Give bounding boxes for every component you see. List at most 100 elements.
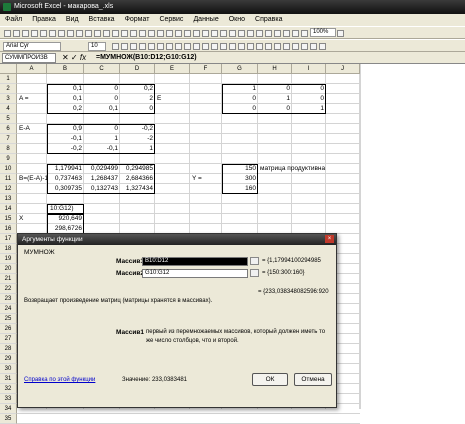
cell-a3[interactable]: A = (17, 94, 47, 104)
toolbar-button[interactable] (31, 30, 38, 37)
column-header-i[interactable]: I (292, 64, 326, 74)
toolbar-button[interactable] (139, 43, 146, 50)
menu-item[interactable]: Данные (188, 14, 223, 26)
row-header[interactable]: 28 (0, 344, 17, 354)
toolbar-button[interactable] (229, 30, 236, 37)
toolbar-button[interactable] (256, 30, 263, 37)
toolbar-button[interactable] (265, 43, 272, 50)
toolbar-button[interactable] (157, 43, 164, 50)
toolbar-button[interactable] (229, 43, 236, 50)
toolbar-button[interactable] (112, 30, 119, 37)
toolbar-button[interactable] (85, 30, 92, 37)
row-header[interactable]: 9 (0, 154, 17, 164)
toolbar-button[interactable] (283, 30, 290, 37)
ok-button[interactable]: ОК (252, 373, 288, 386)
toolbar-button[interactable] (274, 30, 281, 37)
toolbar-button[interactable] (121, 43, 128, 50)
row-header[interactable]: 25 (0, 314, 17, 324)
toolbar-button[interactable] (265, 30, 272, 37)
toolbar-button[interactable] (13, 30, 20, 37)
toolbar-button[interactable] (202, 43, 209, 50)
cell-a11[interactable]: B=(E-A)-1 (17, 174, 48, 184)
column-header-b[interactable]: B (47, 64, 84, 74)
toolbar-button[interactable] (256, 43, 263, 50)
row-header[interactable]: 29 (0, 354, 17, 364)
row-header[interactable]: 20 (0, 264, 17, 274)
row-header[interactable]: 11 (0, 174, 17, 184)
row-header[interactable]: 6 (0, 124, 17, 134)
row-header[interactable]: 35 (0, 414, 17, 424)
menu-item[interactable]: Правка (27, 14, 61, 26)
row-header[interactable]: 30 (0, 364, 17, 374)
toolbar-button[interactable] (130, 43, 137, 50)
row-header[interactable]: 3 (0, 94, 17, 104)
menu-item[interactable]: Сервис (154, 14, 188, 26)
toolbar-button[interactable] (274, 43, 281, 50)
toolbar-button[interactable] (130, 30, 137, 37)
toolbar-button[interactable] (292, 43, 299, 50)
row-header[interactable]: 24 (0, 304, 17, 314)
toolbar-button[interactable] (238, 30, 245, 37)
toolbar-button[interactable] (283, 43, 290, 50)
toolbar-button[interactable] (112, 43, 119, 50)
column-header-e[interactable]: E (155, 64, 190, 74)
toolbar-button[interactable] (220, 43, 227, 50)
row-header[interactable]: 12 (0, 184, 17, 194)
row-header[interactable]: 18 (0, 244, 17, 254)
toolbar-button[interactable] (220, 30, 227, 37)
toolbar-button[interactable] (166, 30, 173, 37)
collapse-dialog-icon[interactable] (250, 269, 259, 277)
toolbar-button[interactable] (148, 43, 155, 50)
toolbar-button[interactable] (121, 30, 128, 37)
row-header[interactable]: 16 (0, 224, 17, 234)
font-size-box[interactable]: 10 (88, 42, 106, 51)
row-header[interactable]: 7 (0, 134, 17, 144)
row-header[interactable]: 1 (0, 74, 17, 84)
row-header[interactable]: 33 (0, 394, 17, 404)
row-header[interactable]: 26 (0, 324, 17, 334)
cell-b14[interactable]: 10:G12) (47, 204, 84, 214)
zoom-box[interactable]: 100% (310, 28, 336, 37)
formula-input[interactable]: =МУМНОЖ(B10:D12;G10:G12) (96, 53, 197, 63)
row-header[interactable]: 17 (0, 234, 17, 244)
menu-item[interactable]: Формат (120, 14, 155, 26)
toolbar-button[interactable] (301, 43, 308, 50)
column-header-a[interactable]: A (17, 64, 47, 74)
cancel-button[interactable]: Отмена (294, 373, 332, 386)
row-header[interactable]: 2 (0, 84, 17, 94)
column-header-c[interactable]: C (84, 64, 120, 74)
toolbar-button[interactable] (76, 30, 83, 37)
toolbar-button[interactable] (157, 30, 164, 37)
cell-a6[interactable]: E-A (17, 124, 47, 134)
collapse-dialog-icon[interactable] (250, 257, 259, 265)
arg1-input[interactable]: B10:D12 (142, 257, 248, 266)
toolbar-button[interactable] (319, 43, 326, 50)
column-header-h[interactable]: H (258, 64, 292, 74)
column-header-d[interactable]: D (120, 64, 155, 74)
toolbar-button[interactable] (238, 43, 245, 50)
toolbar-button[interactable] (247, 43, 254, 50)
column-header-f[interactable]: F (190, 64, 222, 74)
row-header[interactable]: 22 (0, 284, 17, 294)
help-link[interactable]: Справка по этой функции (24, 376, 95, 385)
toolbar-button[interactable] (211, 30, 218, 37)
row-header[interactable]: 4 (0, 104, 17, 114)
column-header-g[interactable]: G (222, 64, 258, 74)
cell-h10[interactable]: матрица продуктивна (258, 164, 325, 174)
close-icon[interactable]: × (325, 235, 334, 243)
toolbar-button[interactable] (139, 30, 146, 37)
menu-item[interactable]: Окно (224, 14, 250, 26)
menu-item[interactable]: Справка (250, 14, 287, 26)
menu-item[interactable]: Вставка (84, 14, 120, 26)
menu-item[interactable]: Вид (61, 14, 84, 26)
toolbar-button[interactable] (193, 43, 200, 50)
name-box[interactable]: СУММПРОИЗВ (2, 53, 56, 63)
toolbar-button[interactable] (148, 30, 155, 37)
row-header[interactable]: 23 (0, 294, 17, 304)
row-header[interactable]: 13 (0, 194, 17, 204)
row-header[interactable]: 31 (0, 374, 17, 384)
toolbar-button[interactable] (49, 30, 56, 37)
toolbar-button[interactable] (292, 30, 299, 37)
toolbar-button[interactable] (58, 30, 65, 37)
arg2-input[interactable]: G10:G12 (142, 269, 248, 278)
